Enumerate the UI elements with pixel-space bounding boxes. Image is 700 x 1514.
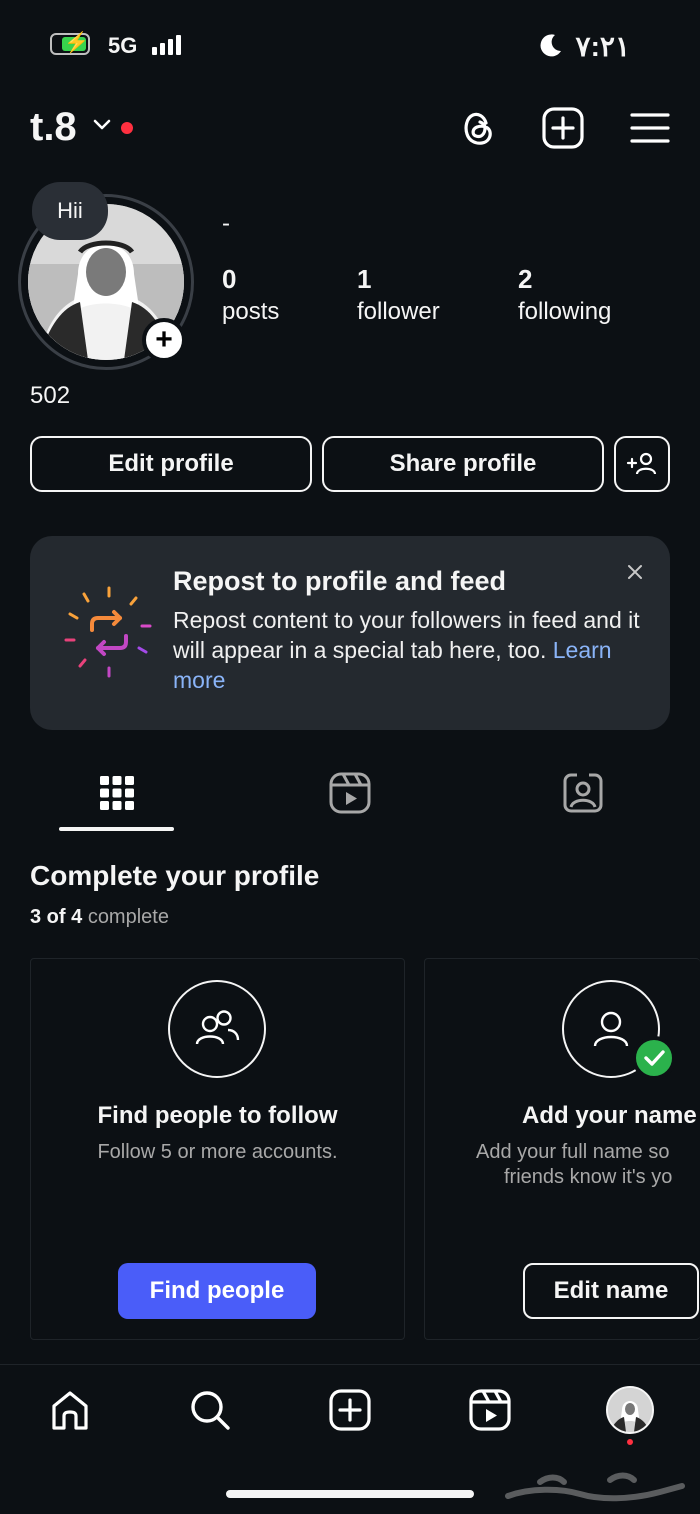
add-name-desc-line1: Add your full name so <box>476 1141 670 1163</box>
followers-label[interactable]: follower <box>357 298 440 326</box>
add-name-desc-line2: friends know it's yo <box>504 1166 673 1188</box>
search-icon[interactable] <box>188 1388 232 1432</box>
hamburger-menu-icon[interactable] <box>628 106 672 150</box>
notification-dot <box>121 122 133 134</box>
check-icon <box>632 1036 676 1080</box>
profile-note-bubble[interactable]: Hii <box>32 182 108 240</box>
add-name-title: Add your name <box>522 1102 697 1129</box>
profile-name: - <box>222 210 230 237</box>
posts-label[interactable]: posts <box>222 298 279 326</box>
plus-square-icon[interactable] <box>541 106 585 150</box>
grid-tab-icon[interactable] <box>94 770 140 816</box>
profile-bio: 502 <box>30 382 71 409</box>
progress-count: 3 of 4 <box>30 906 83 928</box>
status-bar: ⚡ 5G ٧:٢١ <box>0 0 700 95</box>
status-time: ٧:٢١ <box>575 31 630 62</box>
home-indicator <box>226 1490 474 1498</box>
followers-count[interactable]: 1 <box>357 264 371 295</box>
people-icon <box>195 1010 240 1045</box>
find-people-button[interactable]: Find people <box>118 1263 316 1319</box>
create-post-icon[interactable] <box>328 1388 372 1432</box>
reels-tab-icon[interactable] <box>327 770 373 816</box>
home-icon[interactable] <box>48 1388 92 1432</box>
repost-card-title: Repost to profile and feed <box>173 566 507 596</box>
chevron-down-icon[interactable] <box>93 118 111 132</box>
do-not-disturb-moon-icon <box>540 34 561 57</box>
share-profile-button[interactable]: Share profile <box>322 436 604 492</box>
following-label[interactable]: following <box>518 298 611 326</box>
find-people-desc: Follow 5 or more accounts. <box>97 1141 338 1163</box>
active-tab-indicator <box>59 827 174 831</box>
tagged-tab-icon[interactable] <box>560 770 606 816</box>
progress-word: complete <box>87 906 169 928</box>
network-type: 5G <box>108 33 138 58</box>
complete-profile-title: Complete your profile <box>30 860 320 891</box>
profile-notification-dot <box>627 1439 633 1445</box>
signal-icon <box>152 35 181 55</box>
close-icon[interactable] <box>624 561 646 583</box>
repost-gradient-icon <box>64 586 152 678</box>
reels-icon[interactable] <box>468 1388 512 1432</box>
add-person-icon <box>626 452 657 475</box>
add-story-button[interactable]: + <box>142 318 186 362</box>
haraj-watermark-logo <box>505 1472 685 1502</box>
discover-people-button[interactable] <box>614 436 670 492</box>
account-username[interactable]: t.8 <box>30 105 77 150</box>
find-people-title: Find people to follow <box>97 1102 338 1129</box>
posts-count[interactable]: 0 <box>222 264 236 295</box>
people-icon-circle <box>168 980 266 1078</box>
threads-icon[interactable] <box>456 106 500 150</box>
complete-profile-progress: 3 of 4 complete <box>30 906 169 929</box>
following-count[interactable]: 2 <box>518 264 532 295</box>
repost-card-body: Repost content to your followers in feed… <box>173 605 643 695</box>
edit-name-button[interactable]: Edit name <box>523 1263 699 1319</box>
battery-charging-icon: ⚡ <box>50 32 90 55</box>
profile-tab-avatar[interactable] <box>606 1386 654 1434</box>
edit-profile-button[interactable]: Edit profile <box>30 436 312 492</box>
